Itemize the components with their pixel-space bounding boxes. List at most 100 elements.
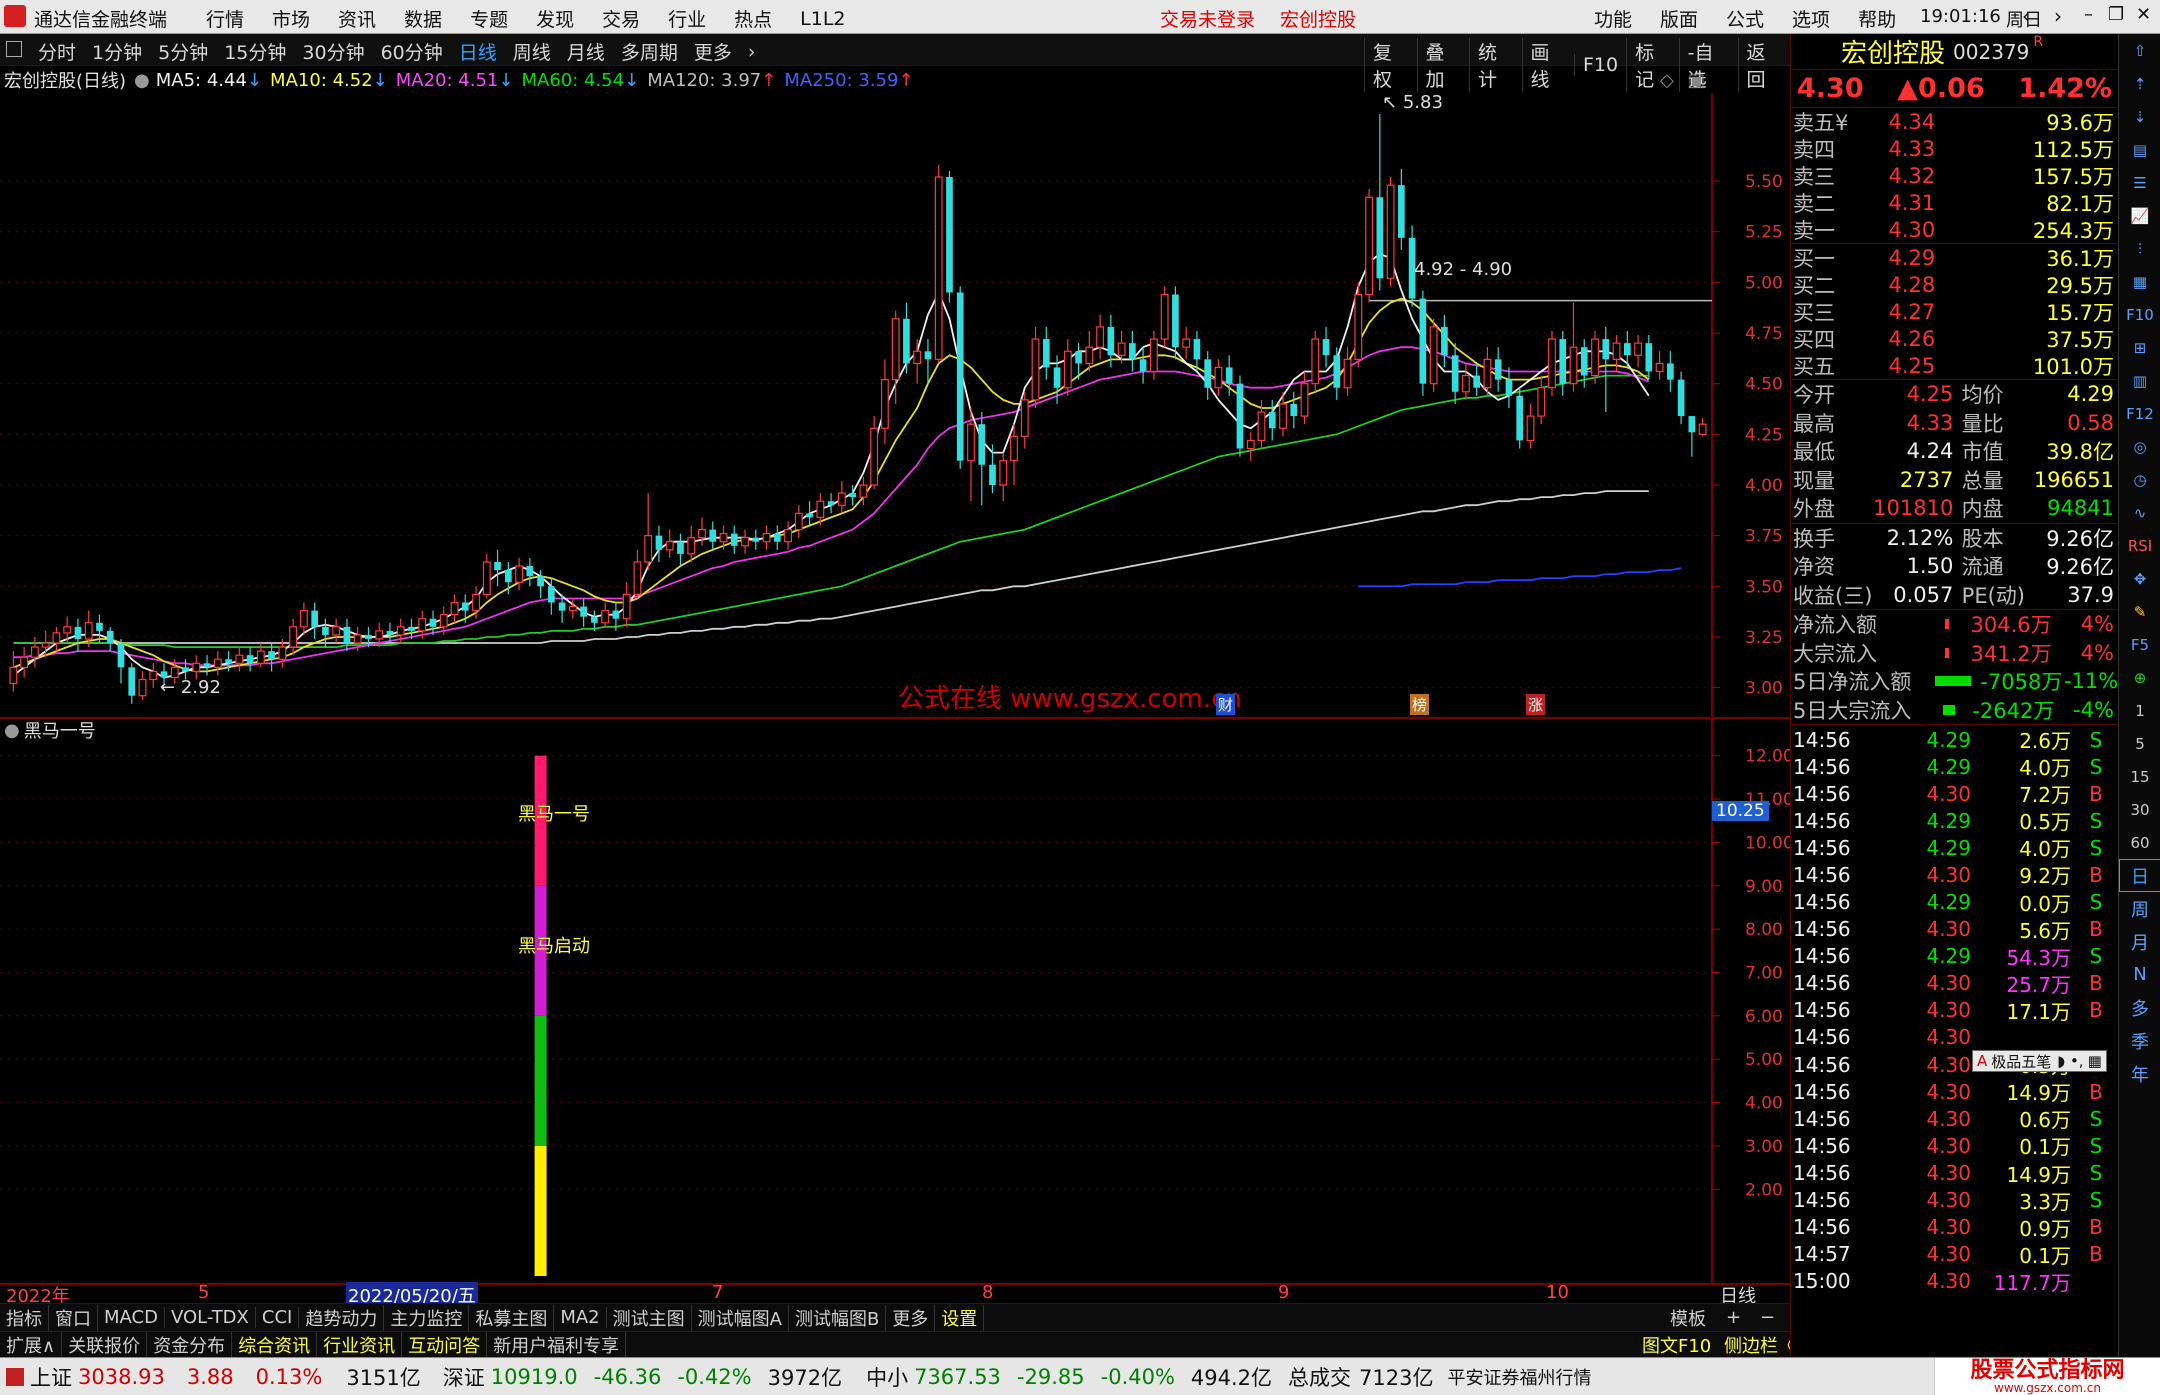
period-15-icon[interactable]: 15 [2119,760,2160,793]
period-n-icon[interactable]: N [2119,958,2160,991]
f12-icon[interactable]: F12 [2119,397,2160,430]
menu-item[interactable]: 行情 [192,5,258,32]
tab-window[interactable]: 窗口 [49,1304,98,1331]
remove-button[interactable]: − [1754,1307,1781,1328]
period-quarter-icon[interactable]: 季 [2119,1024,2160,1057]
f5-icon[interactable]: F5 [2119,628,2160,661]
layout-icon[interactable] [6,41,22,57]
stock-notice[interactable]: 宏创控股 [1280,5,1356,32]
period-year-icon[interactable]: 年 [2119,1057,2160,1090]
news-icon[interactable]: ▤ [2119,133,2160,166]
period-5-icon[interactable]: 5 [2119,727,2160,760]
period-tab[interactable]: 周线 [505,38,559,65]
period-60-icon[interactable]: 60 [2119,826,2160,859]
menu-item[interactable]: 资讯 [324,5,390,32]
event-badge-finance[interactable]: 财 [1216,694,1236,715]
menu-item[interactable]: 行业 [654,5,720,32]
tab-private[interactable]: 私募主图 [469,1304,555,1331]
tab-test-main[interactable]: 测试主图 [607,1304,692,1331]
event-badge-list[interactable]: 榜 [1410,694,1430,715]
pen-icon[interactable]: ✎ [2119,595,2160,628]
tab-monitor[interactable]: 主力监控 [384,1304,470,1331]
tab-expand[interactable]: 扩展∧ [0,1331,63,1358]
table-icon[interactable]: ▦ [2119,265,2160,298]
template-button[interactable]: 模板 [1664,1305,1712,1331]
period-tab-active[interactable]: 日线 [451,38,505,65]
tab-indicator[interactable]: 指标 [0,1304,49,1331]
rsi-icon[interactable]: RSI [2119,529,2160,562]
sh-name[interactable]: 上证 [30,1362,72,1392]
diamond-icon[interactable]: ◇ [1660,70,1674,91]
event-badge-rise[interactable]: 涨 [1526,694,1546,715]
toggle-icon[interactable]: ● [134,70,150,91]
close-icon[interactable]: ✕ [2136,4,2151,25]
tab-test-b[interactable]: 测试幅图B [789,1304,887,1331]
tab-trend[interactable]: 趋势动力 [299,1304,385,1331]
chevron-right-icon[interactable]: › [740,41,764,63]
menu-item[interactable]: 选项 [1778,5,1844,32]
tab-industry[interactable]: 行业资讯 [317,1331,403,1358]
tab-fund[interactable]: 资金分布 [147,1331,233,1358]
clock-icon[interactable]: ◷ [2119,463,2160,496]
login-notice[interactable]: 交易未登录 [1160,5,1255,32]
period-tab[interactable]: 60分钟 [373,38,451,65]
period-multi-icon[interactable]: 多 [2119,991,2160,1024]
tab-related[interactable]: 关联报价 [62,1331,148,1358]
f10-icon[interactable]: F10 [2119,298,2160,331]
menu-item[interactable]: L1L2 [786,8,859,30]
tab-welfare[interactable]: 新用户福利专享 [487,1331,627,1358]
sz-name[interactable]: 深证 [443,1362,485,1392]
period-tab[interactable]: 5分钟 [150,38,216,65]
tab-vol[interactable]: VOL-TDX [165,1307,256,1328]
chart-button[interactable]: 返回 [1737,38,1791,92]
tab-news[interactable]: 综合资讯 [232,1331,318,1358]
period-tab[interactable]: 月线 [559,38,613,65]
tab-cci[interactable]: CCI [256,1307,300,1328]
restore-icon[interactable]: ❐ [2108,4,2124,25]
menu-item[interactable]: 热点 [720,5,786,32]
menu-item[interactable]: 版面 [1646,5,1712,32]
ring-icon[interactable]: ◎ [2119,430,2160,463]
menu-item[interactable]: 数据 [390,5,456,32]
menu-item[interactable]: 交易 [588,5,654,32]
move-icon[interactable]: ✥ [2119,562,2160,595]
up-icon[interactable]: ⇧ [2119,34,2160,67]
menu-item[interactable]: 发现 [522,5,588,32]
tab-macd[interactable]: MACD [98,1307,165,1328]
period-day-icon[interactable]: 日 [2119,859,2160,892]
ops-icon[interactable]: ⊕ [2119,661,2160,694]
panel-icon[interactable]: ▣ [1688,70,1705,91]
period-1-icon[interactable]: 1 [2119,694,2160,727]
period-tab[interactable]: 15分钟 [216,38,294,65]
back-icon[interactable]: ‹ [2022,4,2030,28]
zx-name[interactable]: 中小 [866,1362,908,1392]
period-week-icon[interactable]: 周 [2119,892,2160,925]
tab-test-a[interactable]: 测试幅图A [692,1304,789,1331]
period-tab[interactable]: 30分钟 [294,38,372,65]
kline-chart[interactable]: 5.50 5.25 5.00 4.75 4.50 4.25 4.00 3.75 3.50 3.25… [0,94,1790,1303]
toggle-icon[interactable]: ● [4,720,20,741]
period-month-icon[interactable]: 月 [2119,925,2160,958]
period-tab[interactable]: 分时 [30,38,84,65]
forward-icon[interactable]: › [2054,4,2062,28]
down-icon[interactable]: ⇣ [2119,100,2160,133]
tab-settings[interactable]: 设置 [935,1304,985,1331]
add-button[interactable]: + [1720,1307,1747,1328]
up2-icon[interactable]: ⇡ [2119,67,2160,100]
broker-name[interactable]: 平安证券福州行情 [1448,1364,1592,1390]
menu-item[interactable]: 专题 [456,5,522,32]
menu-item[interactable]: 市场 [258,5,324,32]
period-tab[interactable]: 1分钟 [84,38,150,65]
tab-qa[interactable]: 互动问答 [402,1331,488,1358]
grid-icon[interactable]: ⊞ [2119,331,2160,364]
period-tab[interactable]: 多周期 [613,38,686,65]
list-icon[interactable]: ☰ [2119,166,2160,199]
ime-toolbar[interactable]: A 极品五笔 ◗ •, ▦ [1972,1050,2107,1072]
chart-icon[interactable]: 📈 [2119,199,2160,232]
tab-more[interactable]: 更多 [886,1304,936,1331]
period-30-icon[interactable]: 30 [2119,793,2160,826]
candle-icon[interactable]: ⫶ [2119,232,2160,265]
menu-item[interactable]: 公式 [1712,5,1778,32]
wave-icon[interactable]: ∿ [2119,496,2160,529]
f10-button[interactable]: 图文F10 [1636,1332,1717,1358]
